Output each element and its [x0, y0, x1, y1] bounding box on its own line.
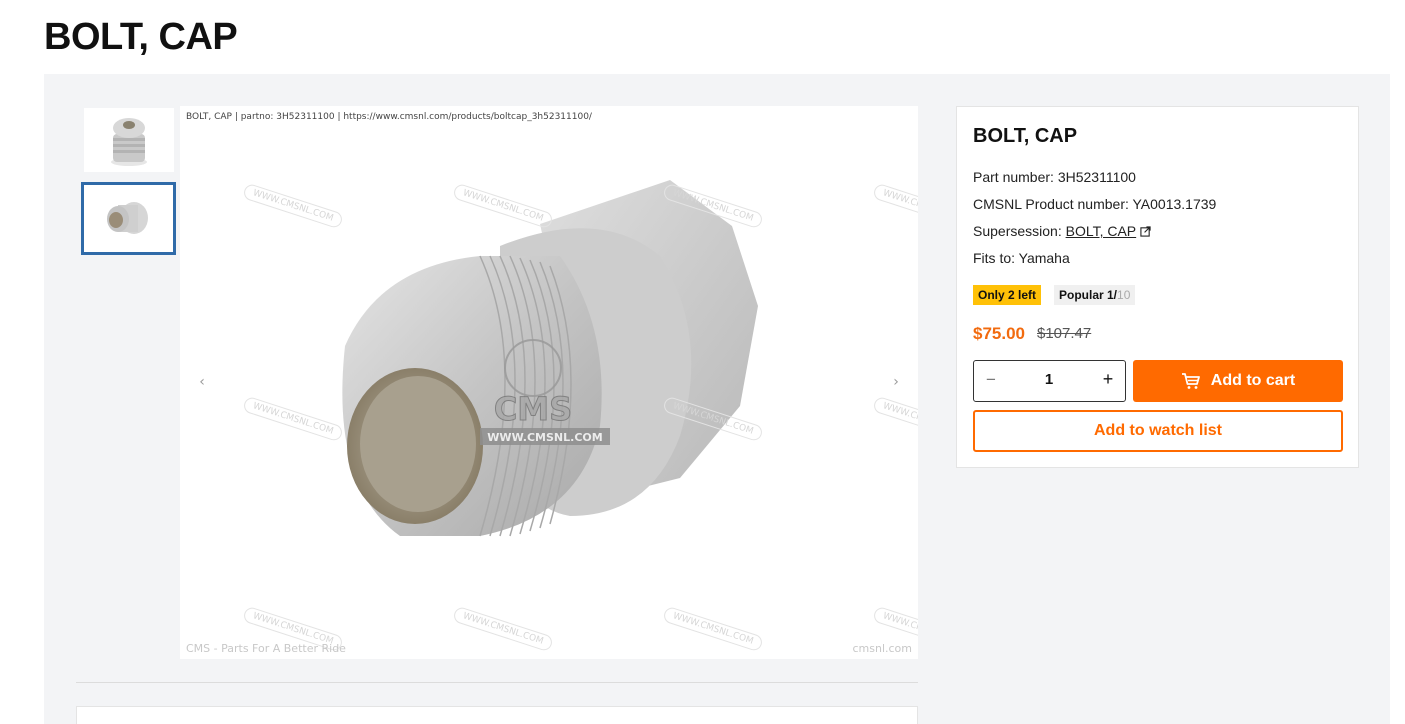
cart-icon	[1181, 373, 1200, 389]
product-info-card: BOLT, CAP Part number: 3H52311100 CMSNL …	[956, 106, 1359, 468]
image-caption: BOLT, CAP | partno: 3H52311100 | https:/…	[186, 112, 592, 122]
details-card	[76, 706, 918, 724]
product-panel: CMS WWW.CMSNL.COM BOLT, CAP | partno: 3H…	[44, 74, 1390, 724]
chevron-left-icon[interactable]: ‹	[192, 372, 212, 392]
supersession-link[interactable]: BOLT, CAP	[1066, 223, 1137, 239]
bolt-cap-photo: CMS WWW.CMSNL.COM	[342, 180, 758, 537]
cms-logo-text: CMS	[494, 390, 572, 428]
original-price: $107.47	[1037, 325, 1092, 342]
thumbnail-2[interactable]	[81, 182, 176, 255]
page-title: BOLT, CAP	[44, 16, 238, 58]
fits-to: Fits to: Yamaha	[973, 250, 1070, 266]
product-title: BOLT, CAP	[973, 125, 1078, 147]
image-footer-domain: cmsnl.com	[852, 642, 912, 655]
cms-logo-subtext: WWW.CMSNL.COM	[487, 431, 602, 444]
supersession: Supersession: BOLT, CAP	[973, 223, 1151, 239]
chevron-right-icon[interactable]: ›	[886, 372, 906, 392]
cmsnl-product-number: CMSNL Product number: YA0013.1739	[973, 196, 1217, 212]
popular-badge-rank: Popular 1/	[1059, 288, 1118, 302]
increase-quantity-button[interactable]: +	[1099, 369, 1117, 390]
quantity-input[interactable]	[1024, 371, 1074, 388]
add-to-watch-list-button[interactable]: Add to watch list	[973, 410, 1343, 452]
stock-badge: Only 2 left	[973, 285, 1042, 305]
section-divider	[76, 682, 918, 683]
current-price: $75.00	[973, 324, 1025, 343]
supersession-label: Supersession:	[973, 223, 1066, 239]
quantity-stepper: − +	[973, 360, 1126, 402]
decrease-quantity-button[interactable]: −	[982, 370, 1000, 390]
image-footer-tagline: CMS - Parts For A Better Ride	[186, 642, 346, 655]
part-number: Part number: 3H52311100	[973, 169, 1136, 185]
add-to-cart-button[interactable]: Add to cart	[1133, 360, 1343, 402]
popular-badge: Popular 1/10	[1054, 285, 1136, 305]
thumbnail-2-image	[84, 185, 173, 252]
popular-badge-total: 10	[1117, 288, 1131, 302]
external-link-icon[interactable]	[1140, 226, 1151, 237]
add-to-cart-label: Add to cart	[1210, 372, 1296, 389]
thumbnail-1[interactable]	[84, 108, 174, 172]
thumbnail-1-image	[84, 108, 174, 172]
main-product-image[interactable]: CMS WWW.CMSNL.COM BOLT, CAP | partno: 3H…	[180, 106, 918, 659]
